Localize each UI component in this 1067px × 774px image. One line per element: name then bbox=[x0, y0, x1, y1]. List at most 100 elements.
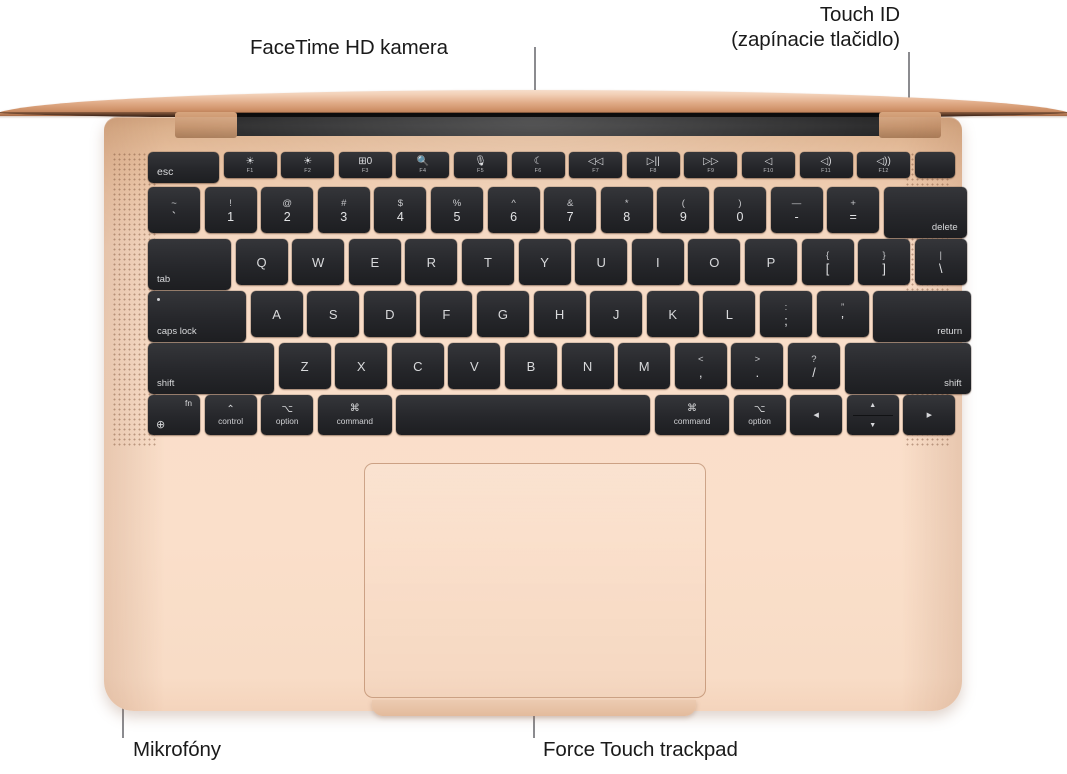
keyboard-row-shift: shift Z X C V B N M <, >.? / shift bbox=[148, 343, 971, 394]
key-option[interactable]: ⌥ option bbox=[261, 395, 314, 435]
key-base-legend: 2 bbox=[283, 209, 291, 224]
key-blank[interactable]: ”’ bbox=[816, 291, 869, 337]
key-6[interactable]: ^ 6 bbox=[487, 187, 540, 233]
key-control[interactable]: ⌃ control bbox=[204, 395, 257, 435]
key-esc[interactable]: esc bbox=[148, 152, 219, 183]
key-label: Q bbox=[256, 254, 267, 270]
key-base-legend: . bbox=[755, 365, 760, 380]
key-caps-lock[interactable]: caps lock bbox=[148, 291, 246, 342]
key-blank[interactable]: ? / bbox=[787, 343, 840, 389]
key-rewind[interactable]: ◁◁ F7 bbox=[569, 152, 623, 178]
key-label: H bbox=[554, 306, 565, 322]
key-d[interactable]: D bbox=[363, 291, 416, 337]
key-1[interactable]: ! 1 bbox=[204, 187, 257, 233]
key-shift-legend: { bbox=[825, 249, 830, 261]
key-t[interactable]: T bbox=[461, 239, 514, 285]
key-shift[interactable]: shift bbox=[844, 343, 971, 394]
key-mute[interactable]: ◁ F10 bbox=[741, 152, 795, 178]
key-blank[interactable]: >. bbox=[731, 343, 784, 389]
key-fast-forward[interactable]: ▷▷ F9 bbox=[684, 152, 738, 178]
key-3[interactable]: #3 bbox=[317, 187, 370, 233]
key-h[interactable]: H bbox=[533, 291, 586, 337]
key-arrow-up[interactable]: ▲ bbox=[847, 395, 899, 415]
key-o[interactable]: O bbox=[688, 239, 741, 285]
keyboard: esc ☀ F1 ☀ F2 ⊞0 F3 🔍 F4 🎙 F5 ☾ F6 ◁◁ F7 ▷|| F8 ▷▷ F9 ◁ F10 ◁… bbox=[148, 152, 972, 452]
key-9[interactable]: (9 bbox=[657, 187, 710, 233]
key-0[interactable]: ) 0 bbox=[713, 187, 766, 233]
key-blank[interactable]: ~ ` bbox=[148, 187, 200, 233]
key-fn-label: F6 bbox=[534, 168, 542, 174]
key-dual-legend: @2 bbox=[261, 187, 313, 233]
key-e[interactable]: E bbox=[348, 239, 401, 285]
key-5[interactable]: % 5 bbox=[430, 187, 483, 233]
key-space[interactable] bbox=[396, 395, 651, 435]
key-blank[interactable]: <, bbox=[674, 343, 727, 389]
key-y[interactable]: Y bbox=[518, 239, 571, 285]
key-dual-legend: ) 0 bbox=[714, 187, 766, 233]
key-c[interactable]: C bbox=[391, 343, 444, 389]
key-l[interactable]: L bbox=[703, 291, 756, 337]
key-volume-up[interactable]: ◁)) F12 bbox=[857, 152, 911, 178]
key-do-not-disturb-moon[interactable]: ☾ F6 bbox=[511, 152, 565, 178]
key-play-pause[interactable]: ▷|| F8 bbox=[626, 152, 680, 178]
key-brightness-down[interactable]: ☀ F1 bbox=[223, 152, 277, 178]
key-z[interactable]: Z bbox=[278, 343, 331, 389]
key-f[interactable]: F bbox=[420, 291, 473, 337]
key-symbol-icon: ⌘ bbox=[349, 403, 360, 414]
key-command[interactable]: ⌘ command bbox=[317, 395, 392, 435]
key-u[interactable]: U bbox=[575, 239, 628, 285]
key-blank[interactable]: :; bbox=[759, 291, 812, 337]
key-arrow-up-down[interactable]: ▲ ▼ bbox=[846, 395, 899, 435]
key-dictation-microphone[interactable]: 🎙 F5 bbox=[453, 152, 507, 178]
key-brightness-up[interactable]: ☀ F2 bbox=[281, 152, 335, 178]
key-b[interactable]: B bbox=[504, 343, 557, 389]
key-shift-legend: $ bbox=[397, 197, 404, 209]
key-r[interactable]: R bbox=[405, 239, 458, 285]
key-i[interactable]: I bbox=[631, 239, 684, 285]
arrow-glyph-icon: ◀ bbox=[813, 412, 819, 419]
key-blank[interactable]: {[ bbox=[801, 239, 854, 285]
key-label: Z bbox=[300, 358, 309, 374]
key-shift-legend: > bbox=[754, 353, 761, 365]
key-m[interactable]: M bbox=[618, 343, 671, 389]
key-8[interactable]: * 8 bbox=[600, 187, 653, 233]
key-4[interactable]: $4 bbox=[374, 187, 427, 233]
key-arrow-down[interactable]: ▼ bbox=[847, 415, 899, 435]
key-7[interactable]: & 7 bbox=[544, 187, 597, 233]
key-x[interactable]: X bbox=[335, 343, 388, 389]
key-icon-dictation-microphone-icon: 🎙 bbox=[474, 156, 487, 167]
key-blank[interactable]: | \ bbox=[914, 239, 967, 285]
key-blank[interactable]: + = bbox=[827, 187, 880, 233]
key-v[interactable]: V bbox=[448, 343, 501, 389]
key-2[interactable]: @2 bbox=[261, 187, 314, 233]
key-a[interactable]: A bbox=[250, 291, 303, 337]
key-fn-globe[interactable]: fn ⊕ bbox=[148, 395, 200, 435]
key-j[interactable]: J bbox=[590, 291, 643, 337]
key-arrow-left[interactable]: ◀ bbox=[790, 395, 843, 435]
key-return[interactable]: return bbox=[873, 291, 972, 342]
key-shift[interactable]: shift bbox=[148, 343, 274, 394]
key-base-legend: ’ bbox=[841, 313, 844, 328]
key-blank[interactable]: }] bbox=[858, 239, 911, 285]
key-p[interactable]: P bbox=[744, 239, 797, 285]
key-g[interactable]: G bbox=[476, 291, 529, 337]
key-q[interactable]: Q bbox=[235, 239, 288, 285]
key-spotlight-search[interactable]: 🔍 F4 bbox=[396, 152, 450, 178]
key-s[interactable]: S bbox=[307, 291, 360, 337]
key-volume-down[interactable]: ◁) F11 bbox=[799, 152, 853, 178]
key-arrow-right[interactable]: ▶ bbox=[903, 395, 956, 435]
key-tab[interactable]: tab bbox=[148, 239, 231, 290]
key-mission-control[interactable]: ⊞0 F3 bbox=[338, 152, 392, 178]
key-label: J bbox=[612, 306, 620, 322]
key-k[interactable]: K bbox=[646, 291, 699, 337]
key-delete[interactable]: delete bbox=[883, 187, 967, 238]
key-option[interactable]: ⌥ option bbox=[733, 395, 786, 435]
keyboard-row-number: ~ `! 1 @2 #3 $4% 5 ^ 6 & 7 * 8(9) 0— - + = delete bbox=[148, 187, 967, 238]
touch-id-power-button[interactable] bbox=[914, 152, 955, 178]
force-touch-trackpad[interactable] bbox=[364, 463, 706, 698]
key-w[interactable]: W bbox=[292, 239, 345, 285]
key-n[interactable]: N bbox=[561, 343, 614, 389]
key-blank[interactable]: — - bbox=[770, 187, 823, 233]
key-label: E bbox=[370, 254, 380, 270]
key-command[interactable]: ⌘ command bbox=[654, 395, 729, 435]
